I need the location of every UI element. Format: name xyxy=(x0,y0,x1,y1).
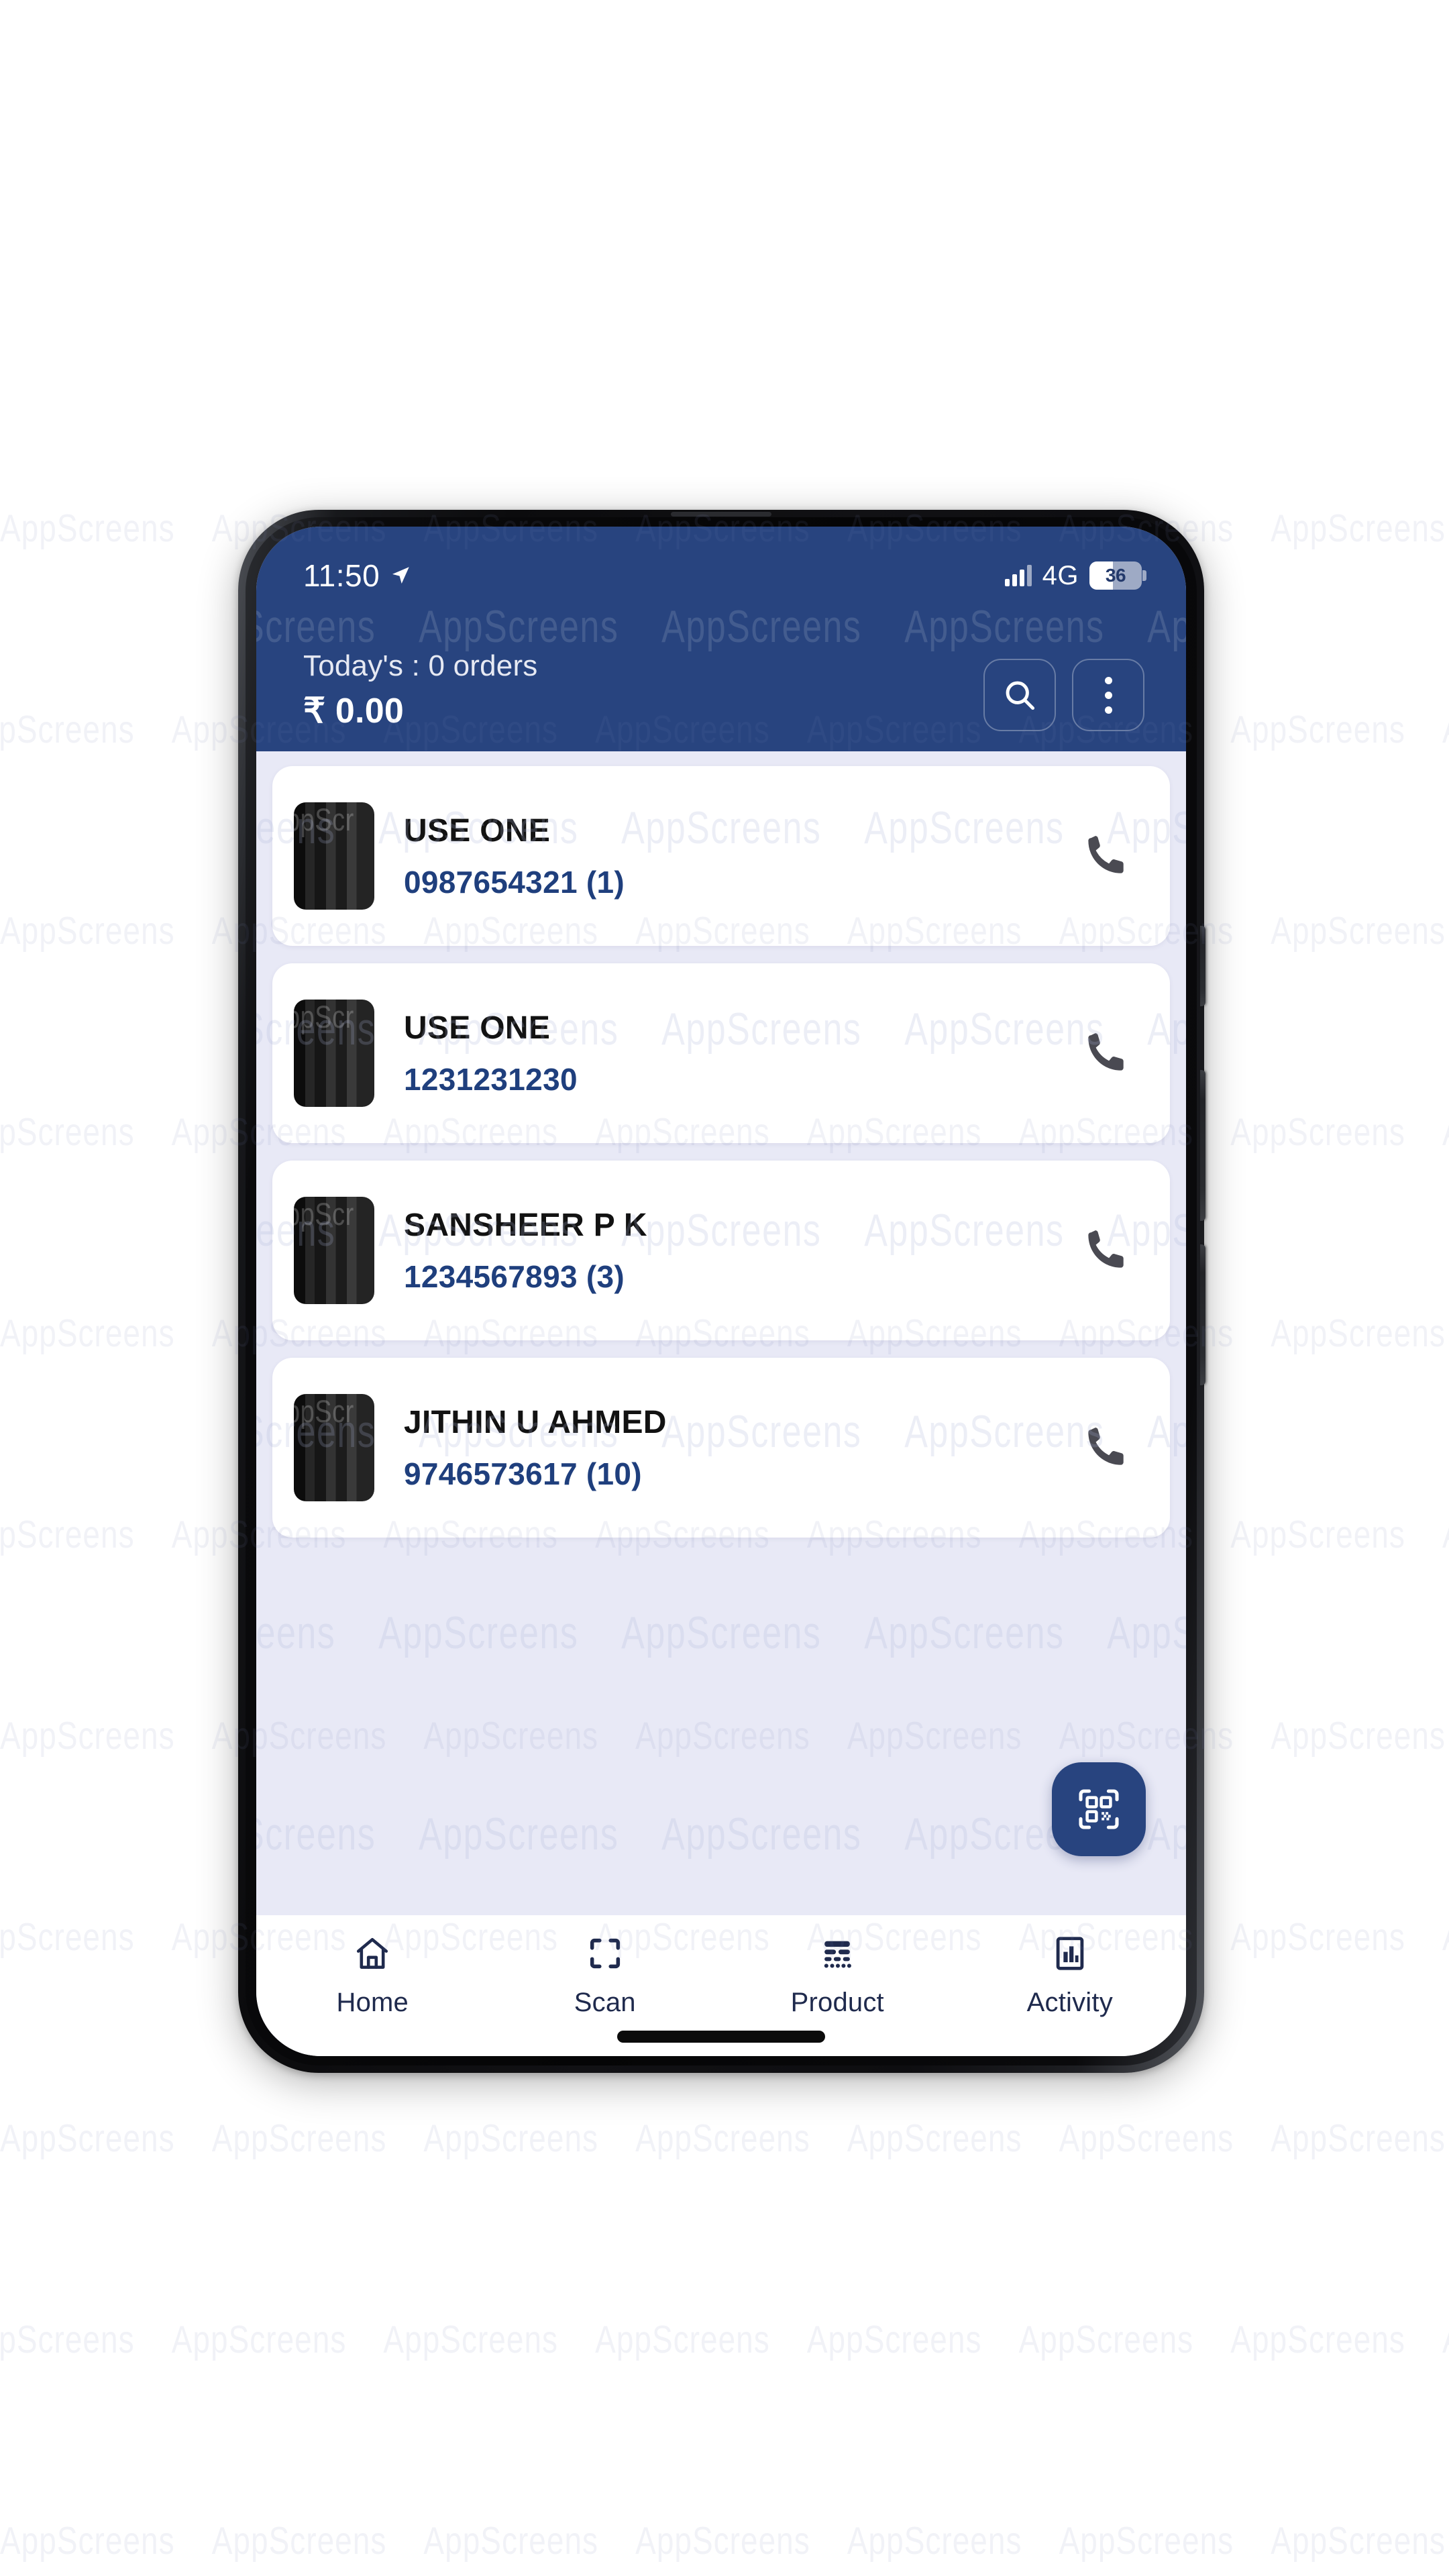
contact-name: USE ONE xyxy=(404,1010,551,1046)
home-icon xyxy=(353,1933,392,1974)
app-header: 11:50 4G 36 Today's: 0 orders ₹ 0.00 xyxy=(256,527,1186,751)
header-content: Today's : 0 orders ₹ 0.00 xyxy=(256,649,1186,751)
search-button[interactable] xyxy=(983,659,1056,731)
avatar xyxy=(294,1197,374,1304)
watermark-text: AppScreens AppScreens AppScreens AppScre… xyxy=(0,2518,1449,2563)
more-vertical-icon xyxy=(1104,676,1112,714)
contact-card[interactable]: JITHIN U AHMED 9746573617 (10) xyxy=(272,1358,1170,1538)
call-button[interactable] xyxy=(1075,824,1139,888)
contact-list: USE ONE 0987654321 (1) USE ONE 1231231230 SA… xyxy=(256,751,1186,1915)
location-arrow-icon xyxy=(392,567,409,584)
power-button[interactable] xyxy=(1200,926,1205,1006)
contact-phone: 9746573617 (10) xyxy=(404,1456,642,1491)
contact-name: SANSHEER P K xyxy=(404,1207,647,1243)
call-button[interactable] xyxy=(1075,1415,1139,1480)
contact-card[interactable]: USE ONE 1231231230 xyxy=(272,963,1170,1143)
qr-code-scan-icon xyxy=(1079,1789,1119,1829)
signal-bars-icon xyxy=(1004,565,1032,586)
watermark-text: AppScreens AppScreens AppScreens AppScre… xyxy=(0,2317,1449,2361)
watermark-text: AppScreens AppScreens AppScreens AppScre… xyxy=(0,2116,1449,2160)
contact-phone: 0987654321 (1) xyxy=(404,864,625,900)
phone-icon xyxy=(1081,1421,1132,1475)
header-stats: Today's : 0 orders ₹ 0.00 xyxy=(303,649,538,731)
amount-total-label: ₹ 0.00 xyxy=(303,692,404,731)
earpiece-speaker xyxy=(671,512,771,517)
status-bar-left: 11:50 xyxy=(303,557,412,594)
contact-phone: 1231231230 xyxy=(404,1061,578,1097)
orders-summary-label: Today's : 0 orders xyxy=(303,649,538,682)
status-time: 11:50 xyxy=(303,558,380,593)
nav-label-home: Home xyxy=(336,1988,409,2017)
overflow-menu-button[interactable] xyxy=(1072,659,1144,731)
call-button[interactable] xyxy=(1075,1021,1139,1085)
nav-item-home[interactable]: Home xyxy=(256,1933,489,2018)
volume-down-button[interactable] xyxy=(1200,1244,1205,1385)
nav-item-activity[interactable]: Activity xyxy=(954,1933,1187,2018)
nav-item-product[interactable]: Product xyxy=(721,1933,954,2018)
phone-screen: 11:50 4G 36 Today's: 0 orders ₹ 0.00 ee… xyxy=(256,527,1186,2056)
contact-name: USE ONE xyxy=(404,812,551,849)
battery-cap xyxy=(1142,570,1146,581)
search-icon xyxy=(1006,681,1035,710)
contact-info: USE ONE 0987654321 (1) xyxy=(404,812,1075,900)
nav-label-scan: Scan xyxy=(574,1988,636,2017)
avatar xyxy=(294,1394,374,1501)
call-button[interactable] xyxy=(1075,1218,1139,1283)
contact-info: JITHIN U AHMED 9746573617 (10) xyxy=(404,1404,1075,1492)
header-actions xyxy=(983,659,1144,731)
contact-card[interactable]: USE ONE 0987654321 (1) xyxy=(272,766,1170,946)
contact-phone: 1234567893 (3) xyxy=(404,1258,625,1294)
network-type-label: 4G xyxy=(1042,560,1079,590)
avatar xyxy=(294,802,374,910)
status-bar-right: 4G 36 xyxy=(1004,560,1146,591)
nav-label-activity: Activity xyxy=(1026,1988,1113,2017)
battery-indicator: 36 xyxy=(1089,561,1146,590)
bar-chart-icon xyxy=(1051,1933,1089,1974)
qr-scan-fab[interactable] xyxy=(1052,1762,1146,1856)
nav-label-product: Product xyxy=(790,1988,884,2017)
volume-up-button[interactable] xyxy=(1200,1070,1205,1221)
phone-icon xyxy=(1081,1224,1132,1278)
contact-info: SANSHEER P K 1234567893 (3) xyxy=(404,1207,1075,1295)
contact-card[interactable]: SANSHEER P K 1234567893 (3) xyxy=(272,1161,1170,1340)
phone-icon xyxy=(1081,1026,1132,1081)
battery-level-label: 36 xyxy=(1105,565,1126,586)
status-bar: 11:50 4G 36 xyxy=(256,552,1186,599)
phone-device-frame: 11:50 4G 36 Today's: 0 orders ₹ 0.00 ee… xyxy=(238,510,1205,2073)
product-stack-icon xyxy=(818,1933,857,1974)
contact-name: JITHIN U AHMED xyxy=(404,1404,667,1440)
scan-frame-icon xyxy=(586,1933,625,1974)
nav-item-scan[interactable]: Scan xyxy=(489,1933,722,2018)
contact-info: USE ONE 1231231230 xyxy=(404,1010,1075,1097)
home-indicator[interactable] xyxy=(617,2031,825,2043)
avatar xyxy=(294,1000,374,1107)
phone-icon xyxy=(1081,829,1132,883)
